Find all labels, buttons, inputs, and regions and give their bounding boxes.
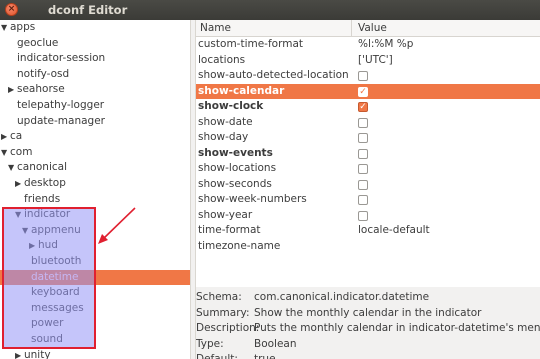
detail-label: Description:: [196, 322, 260, 334]
key-value-checkbox[interactable]: [358, 210, 368, 221]
key-row[interactable]: show-week-numbers: [196, 192, 540, 208]
tree-item-label: friends: [24, 192, 61, 205]
keys-list[interactable]: Name Value custom-time-format %l:%M %p loc…: [196, 20, 540, 287]
detail-value: Show the monthly calendar in the indicat…: [254, 306, 482, 319]
tree-item[interactable]: geoclue: [0, 36, 190, 52]
close-window-button[interactable]: ×: [5, 3, 18, 16]
tree-item-label: update-manager: [17, 114, 105, 127]
key-row[interactable]: show-auto-detected-location: [196, 68, 540, 84]
tree-item-label: notify-osd: [17, 67, 70, 80]
key-name: time-format: [198, 224, 261, 236]
tree-item-label: canonical: [17, 161, 67, 174]
key-name: locations: [198, 53, 246, 66]
key-value-checkbox[interactable]: ✓: [358, 102, 368, 112]
key-row[interactable]: custom-time-format %l:%M %p: [196, 37, 540, 53]
tree-item[interactable]: update-manager: [0, 114, 190, 130]
key-name: timezone-name: [198, 239, 281, 252]
tree-item-label: unity: [24, 348, 51, 359]
key-row[interactable]: show-date: [196, 115, 540, 131]
detail-row: Schema: com.canonical.indicator.datetime: [196, 290, 540, 305]
key-row[interactable]: show-year: [196, 208, 540, 224]
column-separator: [351, 20, 352, 37]
annotation-arrow-icon: [98, 207, 136, 244]
key-row[interactable]: show-clock ✓: [196, 99, 540, 115]
tree-item-label: indicator-session: [17, 52, 106, 65]
detail-row: Summary: Show the monthly calendar in the…: [196, 306, 540, 321]
key-value-checkbox[interactable]: [358, 148, 368, 159]
key-value-text[interactable]: ['UTC']: [358, 53, 393, 69]
detail-value: true: [254, 353, 276, 359]
key-name: custom-time-format: [198, 38, 303, 50]
key-details-panel: Schema: com.canonical.indicator.datetime S…: [196, 287, 540, 359]
collapsed-arrow-icon[interactable]: ▶: [15, 348, 24, 359]
collapsed-arrow-icon[interactable]: ▶: [1, 129, 10, 145]
expanded-arrow-icon[interactable]: ▼: [8, 160, 17, 176]
key-name: show-clock: [198, 100, 264, 112]
key-value-checkbox[interactable]: [358, 179, 368, 190]
key-name: show-seconds: [198, 177, 272, 190]
tree-item[interactable]: telepathy-logger: [0, 98, 190, 114]
key-name: show-week-numbers: [198, 193, 307, 205]
key-name: show-date: [198, 115, 253, 128]
value-column-header[interactable]: Value: [358, 22, 387, 34]
key-row[interactable]: show-seconds: [196, 177, 540, 193]
tree-item-label: ca: [10, 130, 23, 143]
key-name: show-auto-detected-location: [198, 69, 349, 81]
collapsed-arrow-icon[interactable]: ▶: [15, 176, 24, 192]
detail-value: Boolean: [254, 337, 297, 350]
key-row[interactable]: show-calendar ✓: [196, 83, 540, 99]
keys-header: Name Value: [196, 20, 540, 37]
window-title: dconf Editor: [48, 3, 128, 17]
key-value-checkbox[interactable]: [358, 195, 368, 205]
tree-item-label: seahorse: [17, 83, 65, 96]
tree-item[interactable]: ▼ com: [0, 145, 190, 161]
key-value-checkbox[interactable]: ✓: [358, 86, 368, 97]
key-value-checkbox[interactable]: [358, 133, 368, 143]
tree-item-label: geoclue: [17, 36, 59, 49]
key-row[interactable]: timezone-name: [196, 239, 540, 255]
tree-item-label: com: [10, 145, 33, 158]
tree-item-label: apps: [10, 21, 36, 33]
key-value-checkbox[interactable]: [358, 71, 368, 81]
detail-row: Description: Puts the monthly calendar in…: [196, 321, 540, 336]
key-value-text[interactable]: %l:%M %p: [358, 37, 413, 53]
key-row[interactable]: time-format locale-default: [196, 223, 540, 239]
expanded-arrow-icon[interactable]: ▼: [1, 145, 10, 161]
key-value-text[interactable]: locale-default: [358, 223, 430, 239]
detail-label: Type:: [196, 337, 224, 350]
detail-label: Summary:: [196, 306, 250, 319]
detail-label: Schema:: [196, 291, 242, 303]
tree-item[interactable]: indicator-session: [0, 51, 190, 67]
expanded-arrow-icon[interactable]: ▼: [1, 20, 10, 36]
tree-item[interactable]: ▶ desktop: [0, 176, 190, 192]
key-row[interactable]: show-locations: [196, 161, 540, 177]
detail-value: Puts the monthly calendar in indicator-d…: [254, 322, 540, 334]
detail-label: Default:: [196, 353, 238, 359]
key-name: show-calendar: [198, 84, 285, 97]
key-row[interactable]: locations ['UTC']: [196, 53, 540, 69]
title-bar: × dconf Editor: [0, 0, 540, 20]
tree-item-label: desktop: [24, 177, 66, 189]
tree-item[interactable]: ▶ seahorse: [0, 82, 190, 98]
tree-item[interactable]: ▼ canonical: [0, 160, 190, 176]
key-value-checkbox[interactable]: [358, 117, 368, 128]
detail-row: Default: true: [196, 352, 540, 359]
tree-item[interactable]: ▼ apps: [0, 20, 190, 36]
key-row[interactable]: show-day: [196, 130, 540, 146]
key-name: show-year: [198, 208, 253, 221]
collapsed-arrow-icon[interactable]: ▶: [8, 82, 17, 98]
tree-item[interactable]: ▶ ca: [0, 129, 190, 145]
detail-value: com.canonical.indicator.datetime: [254, 291, 430, 303]
tree-item[interactable]: ▶ unity: [0, 348, 190, 359]
annotation-highlight-box: [2, 207, 96, 349]
name-column-header[interactable]: Name: [200, 22, 231, 34]
key-value-checkbox[interactable]: [358, 164, 368, 174]
key-name: show-day: [198, 131, 249, 143]
tree-item-label: telepathy-logger: [17, 99, 105, 111]
key-name: show-events: [198, 146, 273, 159]
key-row[interactable]: show-events: [196, 146, 540, 162]
key-name: show-locations: [198, 162, 277, 174]
tree-item[interactable]: notify-osd: [0, 67, 190, 83]
detail-row: Type: Boolean: [196, 337, 540, 352]
